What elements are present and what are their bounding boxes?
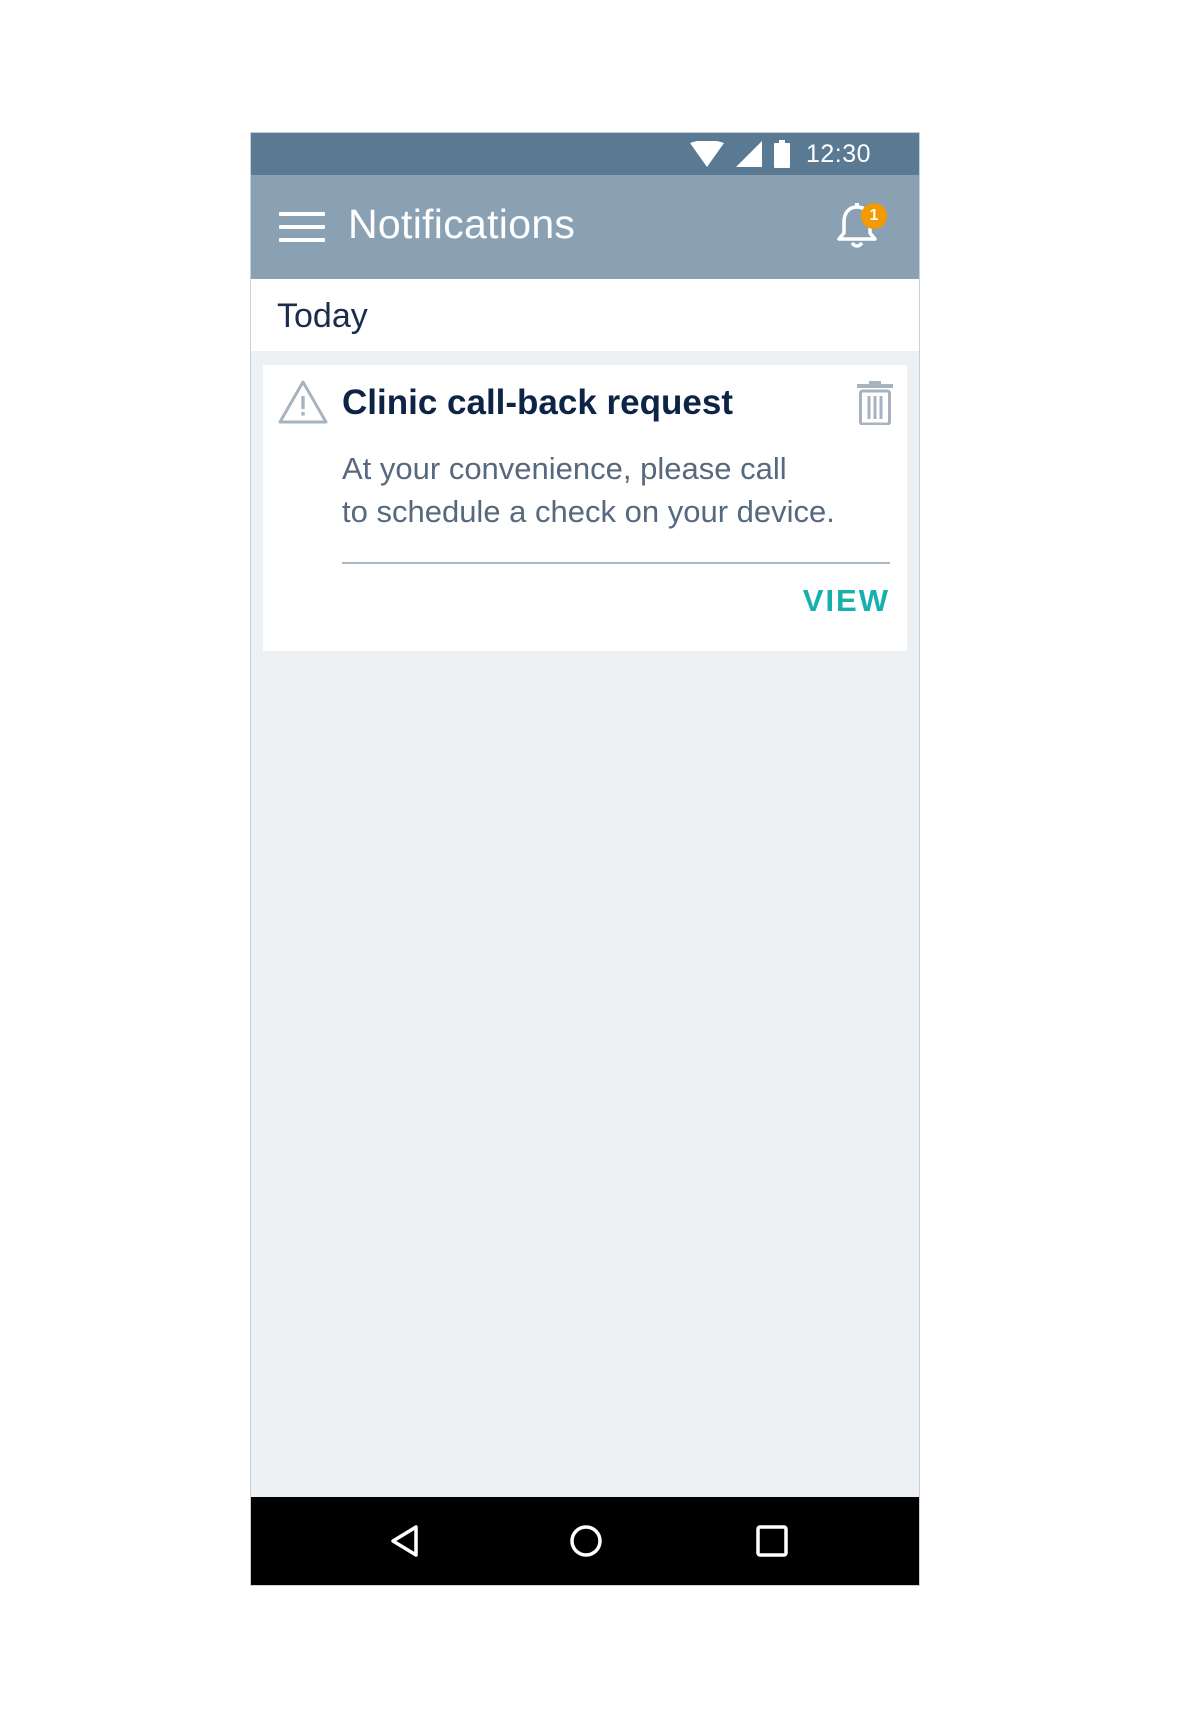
cell-signal-icon: [735, 141, 762, 167]
section-label-today: Today: [277, 297, 368, 335]
notification-body-line: At your convenience, please call: [342, 451, 787, 486]
warning-triangle-icon: [278, 380, 328, 424]
notification-body: At your convenience, please call to sche…: [342, 447, 882, 533]
card-divider: [342, 562, 890, 564]
home-icon[interactable]: [564, 1519, 608, 1563]
status-time: 12:30: [805, 139, 871, 168]
recents-icon[interactable]: [750, 1519, 794, 1563]
notification-card[interactable]: Clinic call-back request At your conveni…: [263, 365, 907, 651]
page-title: Notifications: [348, 201, 576, 247]
app-bar: Notifications 1: [251, 175, 919, 279]
notification-count-badge: 1: [861, 203, 887, 229]
status-icons: 12:30: [689, 139, 871, 168]
system-nav-bar: [251, 1497, 919, 1585]
trash-icon[interactable]: [857, 381, 893, 425]
view-button[interactable]: VIEW: [803, 583, 890, 619]
section-header: Today: [251, 279, 919, 351]
phone-screen: 12:30 Notifications 1 Today Clinic call-…: [250, 132, 920, 1586]
wifi-icon: [689, 141, 724, 167]
hamburger-menu-icon[interactable]: [279, 205, 327, 249]
battery-icon: [773, 140, 790, 168]
notification-title: Clinic call-back request: [342, 383, 733, 422]
back-icon[interactable]: [383, 1519, 427, 1563]
notification-bell-button[interactable]: 1: [835, 203, 887, 253]
status-bar: 12:30: [251, 133, 919, 175]
notification-body-line: to schedule a check on your device.: [342, 494, 835, 529]
